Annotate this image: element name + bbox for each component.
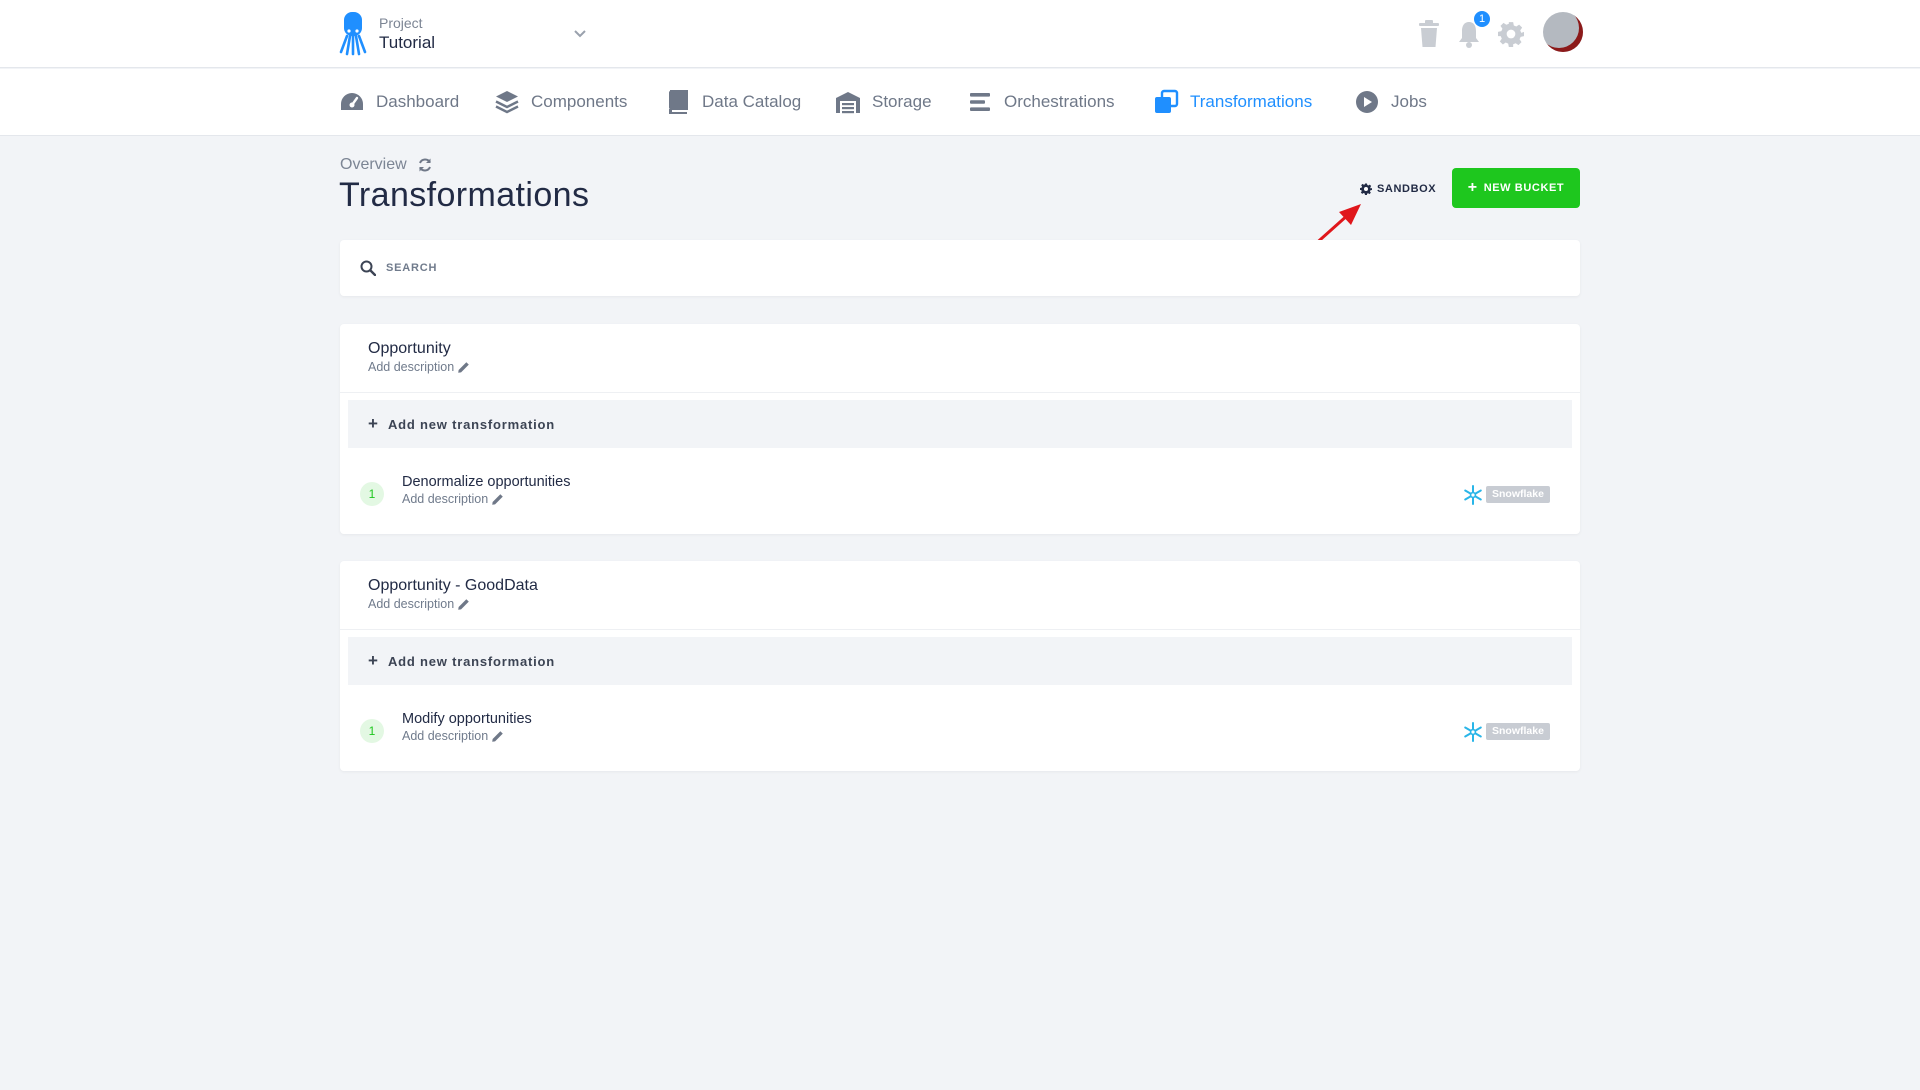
breadcrumb: Overview xyxy=(340,156,433,174)
project-label: Project xyxy=(379,15,423,31)
project-name: Tutorial xyxy=(379,33,436,52)
refresh-icon[interactable] xyxy=(417,157,433,173)
phase-badge: 1 xyxy=(360,482,384,506)
add-transformation-button[interactable]: + Add new transformation xyxy=(348,400,1572,448)
nav-components-label: Components xyxy=(531,92,628,111)
nav-storage-label: Storage xyxy=(872,92,932,111)
nav-orchestrations-label: Orchestrations xyxy=(1004,92,1115,111)
search-input[interactable] xyxy=(386,262,1286,274)
nav-storage[interactable]: Storage xyxy=(835,89,932,115)
transformation-row[interactable]: 1 Denormalize opportunities Add descript… xyxy=(340,456,1580,526)
page-title: Transformations xyxy=(339,176,590,214)
pencil-icon xyxy=(492,493,503,505)
plus-icon: + xyxy=(368,651,378,670)
phase-badge: 1 xyxy=(360,719,384,743)
transformation-description[interactable]: Add description xyxy=(402,492,504,506)
backend-tag: Snowflake xyxy=(1486,723,1550,740)
nav-components[interactable]: Components xyxy=(494,89,627,115)
snowflake-icon xyxy=(1464,485,1482,505)
top-bar: Project Tutorial 1 xyxy=(0,0,1920,68)
sandbox-button[interactable]: SANDBOX xyxy=(1360,180,1436,198)
divider xyxy=(340,392,1580,393)
add-transformation-label: Add new transformation xyxy=(387,416,556,432)
nav-jobs[interactable]: Jobs xyxy=(1354,89,1427,115)
bars-icon xyxy=(970,93,990,111)
add-transformation-button[interactable]: + Add new transformation xyxy=(348,637,1572,685)
nav-data-catalog[interactable]: Data Catalog xyxy=(665,89,801,115)
bucket-card: Opportunity Add description + Add new tr… xyxy=(340,324,1580,534)
play-circle-icon xyxy=(1356,91,1378,113)
search-icon xyxy=(360,260,376,276)
transformation-name: Modify opportunities xyxy=(402,711,532,727)
bucket-description-text: Add description xyxy=(368,360,455,374)
pencil-icon xyxy=(458,361,469,373)
dashboard-icon xyxy=(341,93,363,110)
plus-icon: + xyxy=(1467,179,1478,196)
transformations-icon xyxy=(1155,89,1179,113)
search-bar xyxy=(340,240,1580,296)
transformation-row[interactable]: 1 Modify opportunities Add description S… xyxy=(340,693,1580,763)
transformation-name: Denormalize opportunities xyxy=(402,474,571,490)
gear-icon xyxy=(1360,183,1372,195)
octopus-logo-icon xyxy=(339,12,367,56)
settings-gear-icon[interactable] xyxy=(1498,20,1524,48)
bucket-description[interactable]: Add description xyxy=(368,597,470,611)
warehouse-icon xyxy=(836,92,860,114)
divider xyxy=(340,629,1580,630)
new-bucket-button-label: NEW BUCKET xyxy=(1483,182,1565,194)
plus-icon: + xyxy=(368,414,378,433)
add-transformation-label: Add new transformation xyxy=(387,653,556,669)
transformation-description[interactable]: Add description xyxy=(402,729,504,743)
transformation-description-text: Add description xyxy=(402,492,489,506)
layers-icon xyxy=(495,91,519,114)
chevron-down-icon[interactable] xyxy=(572,25,588,41)
sandbox-button-label: SANDBOX xyxy=(1377,183,1437,195)
backend-tag: Snowflake xyxy=(1486,486,1550,503)
nav-transformations[interactable]: Transformations xyxy=(1153,89,1312,115)
nav-dashboard-label: Dashboard xyxy=(376,92,460,111)
transformation-description-text: Add description xyxy=(402,729,489,743)
bucket-description[interactable]: Add description xyxy=(368,360,470,374)
nav-transformations-label: Transformations xyxy=(1190,92,1313,111)
book-icon xyxy=(669,90,688,114)
bucket-name[interactable]: Opportunity xyxy=(368,340,451,358)
nav-data-catalog-label: Data Catalog xyxy=(702,92,802,111)
breadcrumb-overview[interactable]: Overview xyxy=(340,156,407,174)
nav-orchestrations[interactable]: Orchestrations xyxy=(967,89,1115,115)
project-switcher[interactable]: Project Tutorial xyxy=(338,12,435,56)
notification-badge: 1 xyxy=(1474,11,1490,27)
bucket-name[interactable]: Opportunity - GoodData xyxy=(368,577,538,595)
pencil-icon xyxy=(458,598,469,610)
main-nav: Dashboard Components Data Catalog Storag… xyxy=(0,69,1920,136)
trash-icon[interactable] xyxy=(1416,20,1442,48)
pencil-icon xyxy=(492,730,503,742)
user-avatar[interactable] xyxy=(1543,12,1583,52)
nav-dashboard[interactable]: Dashboard xyxy=(339,89,459,115)
bucket-description-text: Add description xyxy=(368,597,455,611)
nav-jobs-label: Jobs xyxy=(1391,92,1427,111)
new-bucket-button[interactable]: + NEW BUCKET xyxy=(1452,168,1580,208)
snowflake-icon xyxy=(1464,722,1482,742)
bucket-card: Opportunity - GoodData Add description +… xyxy=(340,561,1580,771)
